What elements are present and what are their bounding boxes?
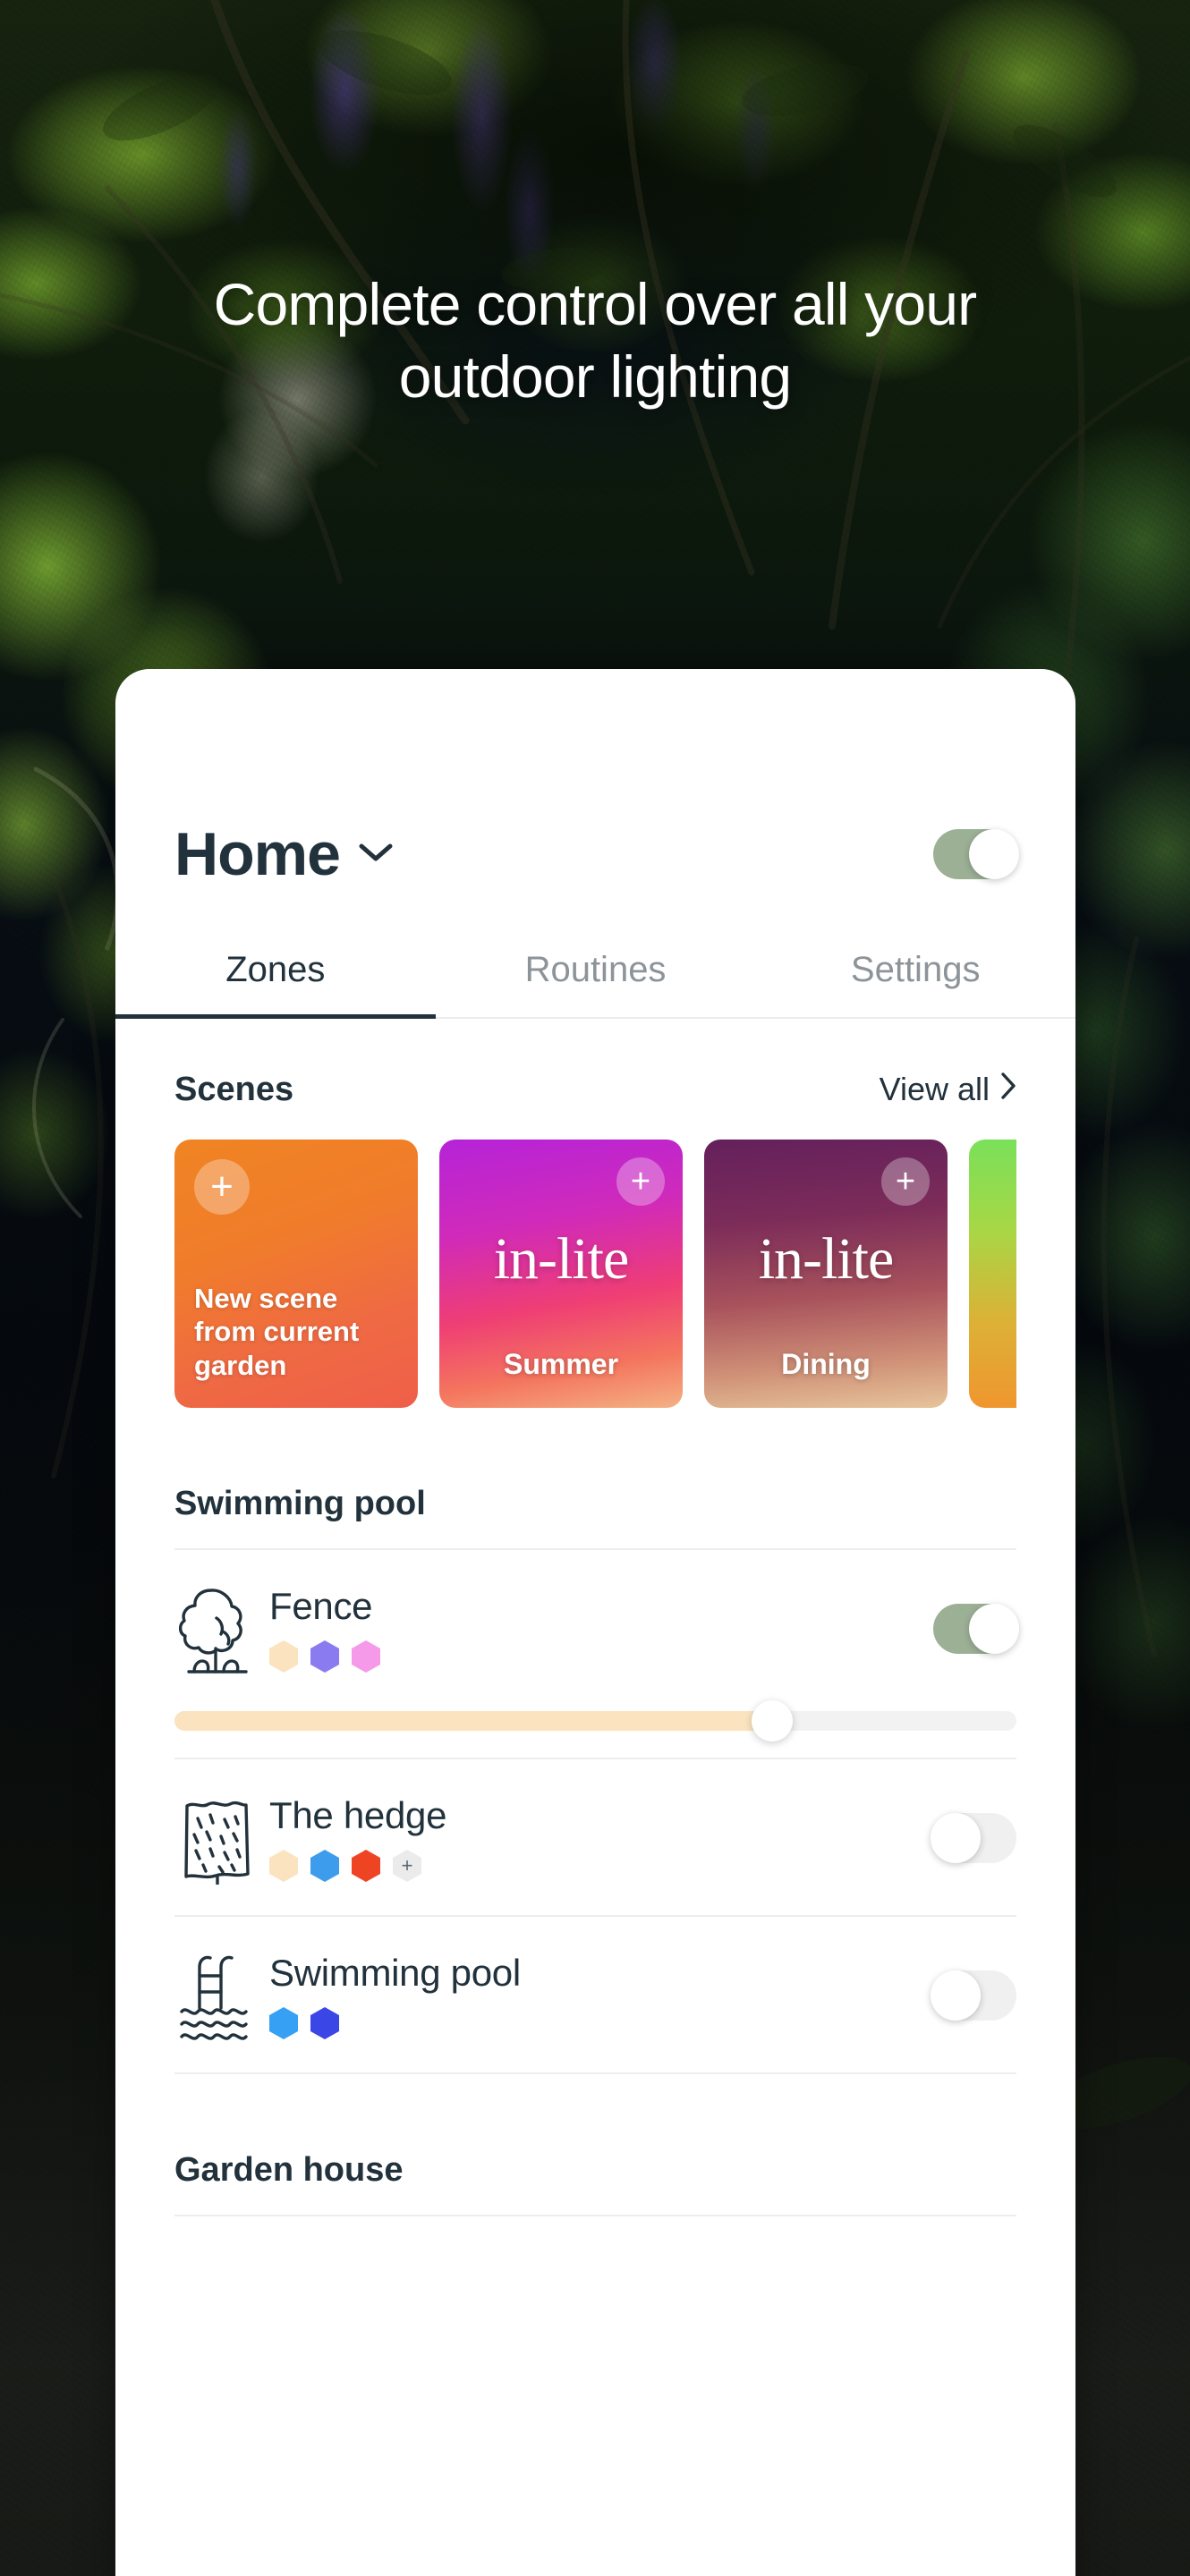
- zone-info: Swimming pool: [269, 1952, 933, 2039]
- toggle-knob: [969, 829, 1019, 879]
- in-lite-logo: in-lite: [493, 1226, 630, 1292]
- plus-icon[interactable]: +: [616, 1157, 665, 1206]
- main-tabs: Zones Routines Settings: [115, 950, 1075, 1019]
- tab-settings[interactable]: Settings: [755, 950, 1075, 1017]
- group-title-garden-house: Garden house: [174, 2151, 404, 2189]
- scene-name: Dining: [781, 1348, 871, 1380]
- master-power-toggle[interactable]: [933, 829, 1019, 879]
- page-root: Complete control over all your outdoor l…: [0, 0, 1190, 2576]
- add-color-chip[interactable]: +: [393, 1850, 421, 1882]
- zone-info: Fence: [269, 1585, 933, 1673]
- zone-toggle-swimming-pool[interactable]: [931, 1970, 1016, 2021]
- pool-ladder-icon: [174, 1949, 269, 2042]
- scene-name: Summer: [503, 1348, 619, 1380]
- zones-panel: Scenes View all + New scene from current…: [115, 1019, 1075, 2216]
- zone-row-the-hedge[interactable]: The hedge +: [174, 1759, 1016, 1915]
- hero-headline-line2: outdoor lighting: [398, 343, 792, 410]
- color-chip[interactable]: [269, 1850, 298, 1882]
- color-chip[interactable]: [310, 1850, 339, 1882]
- zone-name: The hedge: [269, 1794, 447, 1836]
- hero-headline: Complete control over all your outdoor l…: [0, 268, 1190, 412]
- toggle-knob: [931, 1813, 981, 1863]
- zone-toggle-the-hedge[interactable]: [931, 1813, 1016, 1863]
- tree-icon: [174, 1582, 269, 1675]
- scene-new-label: New scene from current garden: [194, 1282, 360, 1382]
- hero-headline-line1: Complete control over all your: [213, 271, 978, 337]
- scene-card-summer[interactable]: + in-lite Summer: [439, 1140, 683, 1408]
- slider-knob[interactable]: [752, 1700, 794, 1741]
- toggle-knob: [969, 1604, 1019, 1654]
- zone-info: The hedge +: [269, 1794, 933, 1882]
- tab-zones[interactable]: Zones: [115, 950, 436, 1019]
- plus-icon[interactable]: +: [881, 1157, 930, 1206]
- app-header: Home: [115, 669, 1075, 889]
- color-chip[interactable]: [352, 1640, 380, 1673]
- divider: [174, 2215, 1016, 2216]
- chevron-right-icon: [1000, 1071, 1016, 1108]
- zone-color-chips[interactable]: [269, 1640, 933, 1673]
- color-chip[interactable]: [310, 2007, 339, 2039]
- in-lite-logo: in-lite: [758, 1226, 895, 1292]
- brightness-slider-fence[interactable]: [174, 1700, 1016, 1741]
- page-title: Home: [174, 820, 341, 888]
- scenes-header: Scenes View all: [174, 1019, 1016, 1109]
- zone-row-swimming-pool[interactable]: Swimming pool: [174, 1917, 1016, 2072]
- scene-card-partial[interactable]: [969, 1140, 1016, 1408]
- hedge-icon: [174, 1792, 269, 1885]
- app-preview-card: Home Zones Routines Settings Scenes View…: [115, 669, 1075, 2576]
- zone-color-chips[interactable]: +: [269, 1850, 933, 1882]
- color-chip[interactable]: [352, 1850, 380, 1882]
- zone-toggle-fence[interactable]: [933, 1604, 1019, 1654]
- zone-name: Fence: [269, 1585, 373, 1627]
- zone-name: Swimming pool: [269, 1952, 521, 1994]
- scene-card-new[interactable]: + New scene from current garden: [174, 1140, 418, 1408]
- color-chip[interactable]: [310, 1640, 339, 1673]
- color-chip[interactable]: [269, 2007, 298, 2039]
- chevron-down-icon[interactable]: [358, 841, 394, 869]
- slider-fill: [174, 1711, 773, 1731]
- scenes-title: Scenes: [174, 1071, 294, 1108]
- view-all-label: View all: [879, 1071, 990, 1107]
- zone-row-fence[interactable]: Fence: [174, 1550, 1019, 1706]
- toggle-knob: [931, 1970, 981, 2021]
- zone-color-chips[interactable]: [269, 2007, 933, 2039]
- home-selector[interactable]: Home: [174, 819, 394, 889]
- scene-card-dining[interactable]: + in-lite Dining: [704, 1140, 948, 1408]
- brightness-slider-fence-wrap: [174, 1700, 1016, 1758]
- tab-routines[interactable]: Routines: [436, 950, 756, 1017]
- group-title-swimming-pool: Swimming pool: [174, 1485, 426, 1522]
- plus-icon[interactable]: +: [194, 1159, 250, 1215]
- scenes-view-all-link[interactable]: View all: [880, 1071, 1016, 1108]
- scenes-carousel[interactable]: + New scene from current garden + in-lit…: [174, 1140, 1016, 1408]
- color-chip[interactable]: [269, 1640, 298, 1673]
